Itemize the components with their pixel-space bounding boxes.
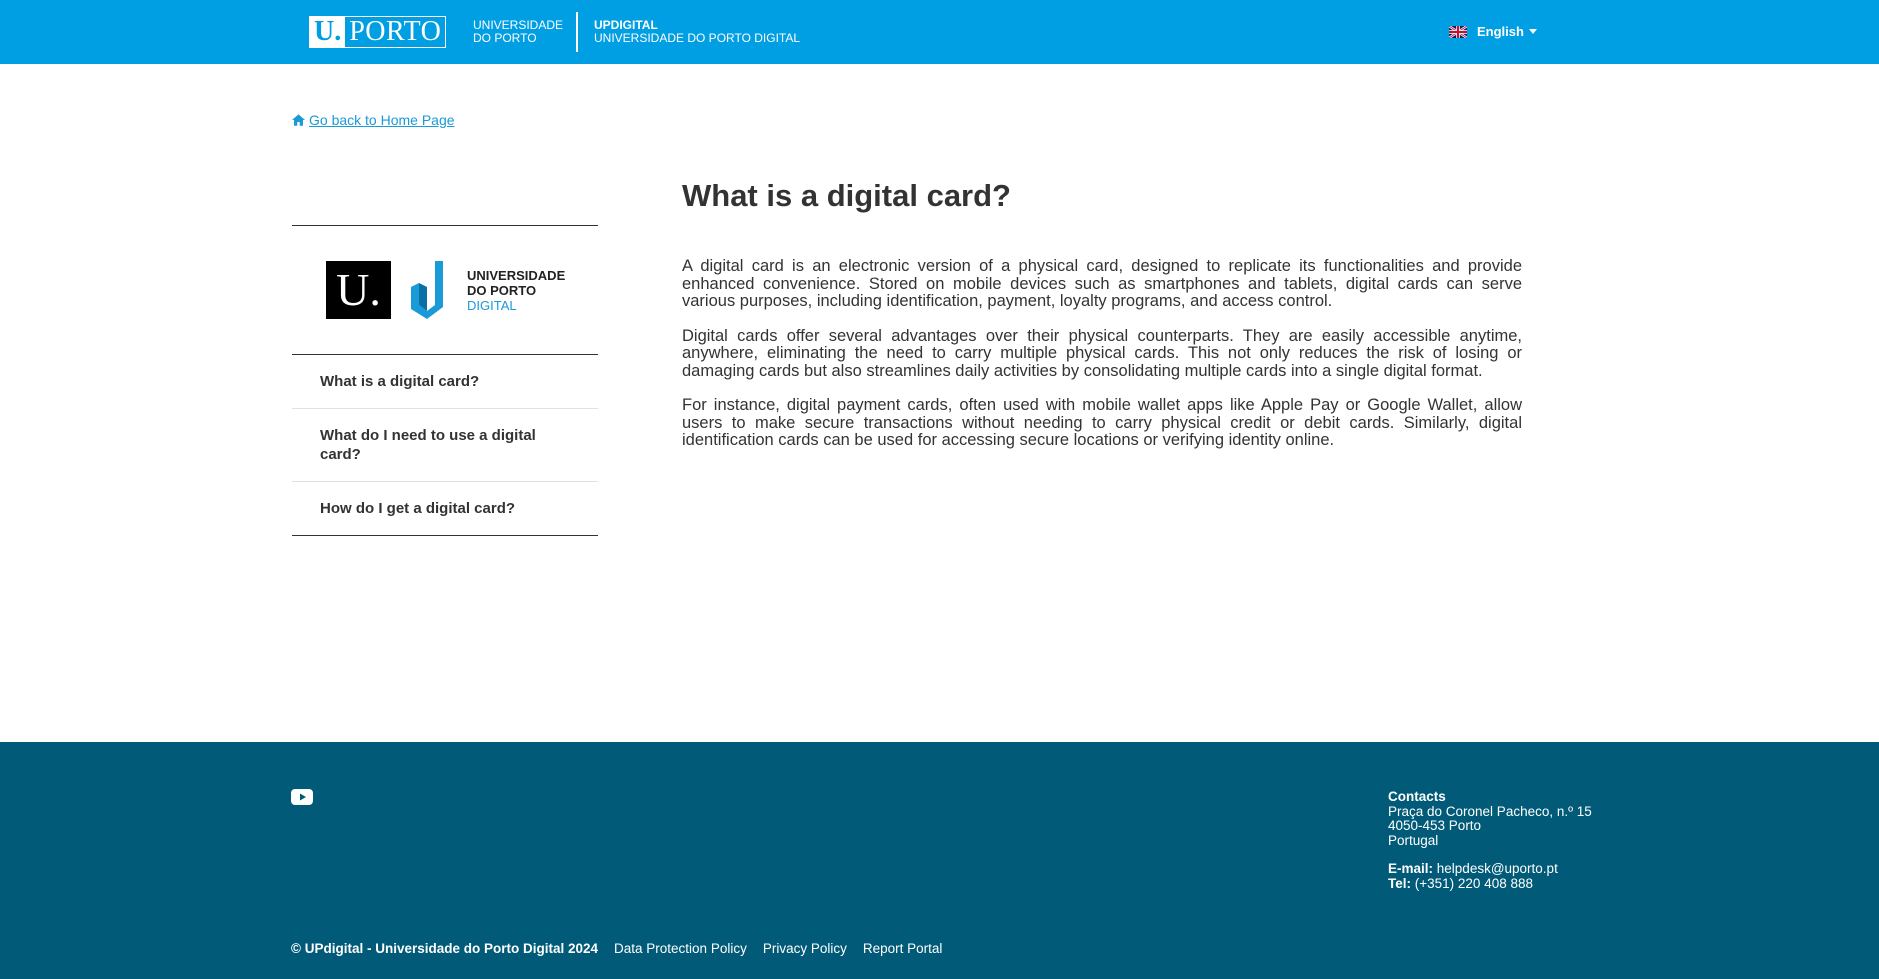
email-link[interactable]: helpdesk@uporto.pt	[1437, 861, 1558, 876]
uk-flag-icon	[1449, 25, 1467, 38]
home-icon	[292, 114, 305, 126]
paragraph-3: For instance, digital payment cards, oft…	[682, 396, 1522, 449]
back-home-link[interactable]: Go back to Home Page	[292, 112, 455, 128]
data-protection-link[interactable]: Data Protection Policy	[614, 941, 747, 956]
paragraph-2: Digital cards offer several advantages o…	[682, 326, 1522, 380]
sidebar: U. UNIVERSIDADE DO PORTO DIGITAL What is…	[292, 225, 598, 536]
tel-value: (+351) 220 408 888	[1414, 875, 1533, 891]
tel-row: Tel: (+351) 220 408 888	[1388, 875, 1592, 892]
header-divider	[576, 12, 578, 52]
back-home-label: Go back to Home Page	[309, 112, 455, 128]
sidebar-item-how-do-i-get[interactable]: How do I get a digital card?	[292, 482, 598, 536]
footer: Contacts Praça do Coronel Pacheco, n.º 1…	[0, 742, 1879, 979]
updigital-label[interactable]: UPDIGITAL UNIVERSIDADE DO PORTO DIGITAL	[594, 19, 800, 45]
report-portal-link[interactable]: Report Portal	[863, 941, 943, 956]
address-line-3: Portugal	[1388, 832, 1439, 848]
logo-text-line-2: DO PORTO	[467, 282, 537, 298]
page-title: What is a digital card?	[682, 178, 1011, 213]
logo-porto: PORTO	[349, 16, 442, 47]
contacts-title: Contacts	[1388, 789, 1446, 804]
updigital-logo: U. UNIVERSIDADE DO PORTO DIGITAL	[292, 226, 598, 354]
sidebar-item-what-is[interactable]: What is a digital card?	[292, 355, 598, 409]
top-header: U. PORTO UNIVERSIDADE DO PORTO UPDIGITAL…	[0, 0, 1879, 64]
language-label: English	[1477, 24, 1524, 39]
logo-text: UNIVERSIDADE DO PORTO DIGITAL	[467, 268, 565, 313]
sidebar-item-what-do-i-need[interactable]: What do I need to use a digital card?	[292, 409, 598, 482]
youtube-icon[interactable]	[291, 789, 313, 805]
logo-u-block: U.	[326, 261, 391, 319]
logo-u: U.	[310, 17, 346, 47]
updigital-subtitle: UNIVERSIDADE DO PORTO DIGITAL	[594, 31, 801, 45]
main-content: What is a digital card? A digital card i…	[682, 176, 1522, 467]
digital-d-logo-icon	[411, 261, 443, 319]
address-line-2: 4050-453 Porto	[1388, 818, 1482, 833]
chevron-down-icon	[1528, 29, 1537, 34]
paragraph-1: A digital card is an electronic version …	[682, 257, 1522, 310]
email-label: E-mail:	[1388, 861, 1434, 876]
privacy-policy-link[interactable]: Privacy Policy	[763, 941, 847, 956]
university-label: UNIVERSIDADE DO PORTO	[473, 19, 573, 45]
uni-line-2: DO PORTO	[473, 31, 537, 45]
uporto-logo[interactable]: U. PORTO	[309, 16, 447, 48]
logo-text-line-3: DIGITAL	[467, 297, 517, 313]
logo-text-line-1: UNIVERSIDADE	[467, 267, 566, 283]
language-dropdown[interactable]: English	[1449, 24, 1537, 39]
email-row: E-mail: helpdesk@uporto.pt	[1388, 861, 1592, 877]
address-line-1: Praça do Coronel Pacheco, n.º 15	[1388, 803, 1592, 819]
tel-label: Tel:	[1388, 875, 1411, 891]
contacts-block: Contacts Praça do Coronel Pacheco, n.º 1…	[1388, 789, 1592, 892]
footer-bottom: © UPdigital - Universidade do Porto Digi…	[291, 941, 958, 956]
copyright: © UPdigital - Universidade do Porto Digi…	[291, 941, 599, 956]
